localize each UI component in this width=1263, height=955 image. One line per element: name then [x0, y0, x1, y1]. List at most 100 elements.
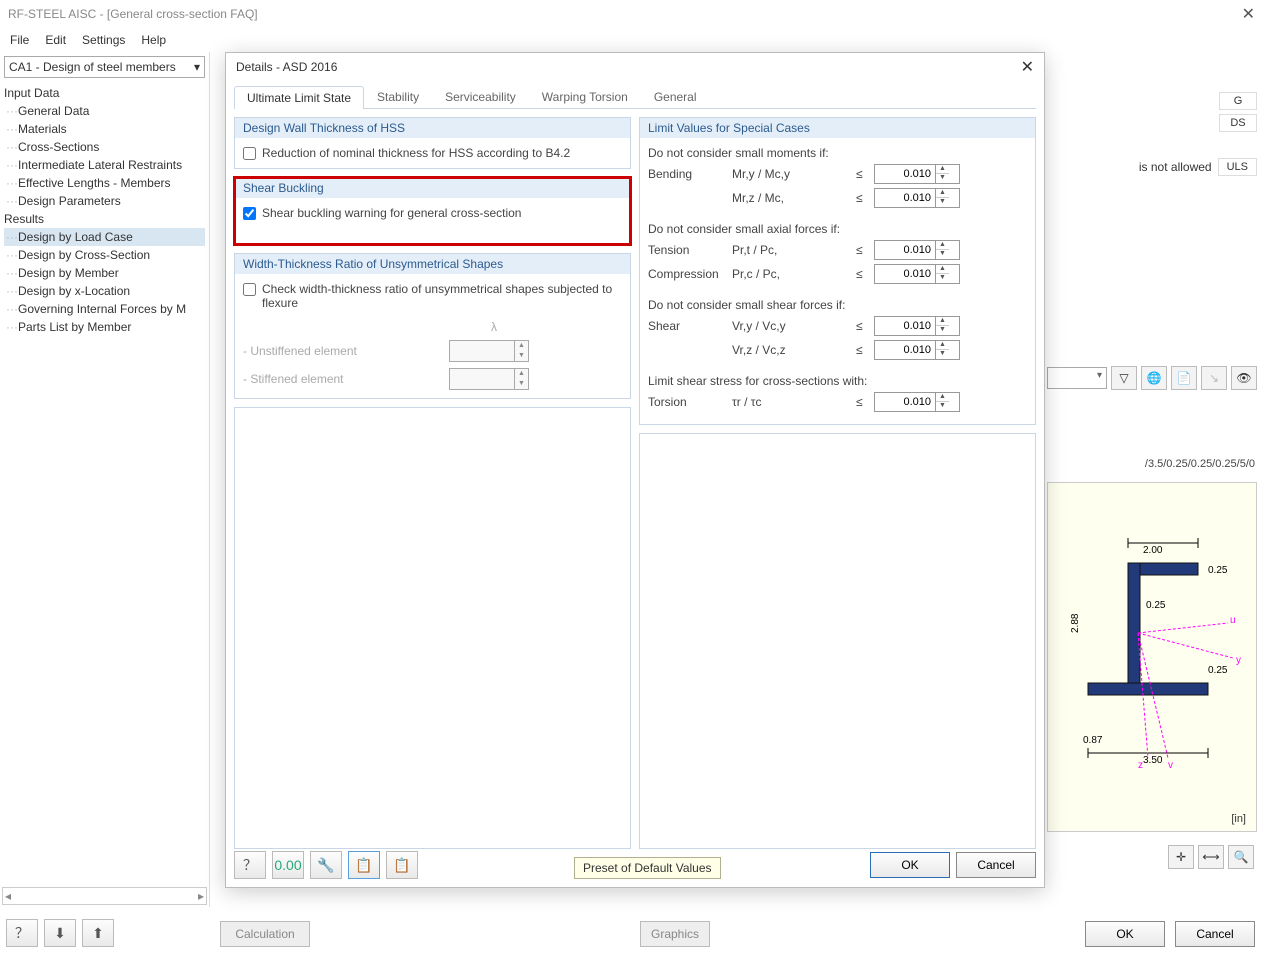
import-icon[interactable]: ⬇: [44, 919, 76, 947]
tree-item[interactable]: Design Parameters: [4, 192, 205, 210]
menu-settings[interactable]: Settings: [82, 33, 125, 47]
dim-h: 2.88: [1070, 613, 1081, 633]
row-torsion-lbl: Torsion: [648, 395, 728, 409]
menu-file[interactable]: File: [10, 33, 29, 47]
help-icon[interactable]: ？: [6, 919, 38, 947]
panel-hss: Design Wall Thickness of HSS Reduction o…: [234, 117, 631, 169]
row-torsion-input[interactable]: ▲▼: [874, 392, 960, 412]
units-icon[interactable]: 0.00: [272, 851, 304, 879]
menu-edit[interactable]: Edit: [45, 33, 66, 47]
tree-item[interactable]: Parts List by Member: [4, 318, 205, 336]
dim-t2: 0.25: [1146, 600, 1166, 611]
graphics-button-bg[interactable]: Graphics: [640, 921, 710, 947]
tab-serviceability[interactable]: Serviceability: [432, 85, 529, 108]
dialog-ok-button[interactable]: OK: [870, 852, 950, 878]
panel-wt-title: Width-Thickness Ratio of Unsymmetrical S…: [235, 254, 630, 274]
preset-icon[interactable]: 📋: [348, 851, 380, 879]
wt-checkbox[interactable]: [243, 283, 256, 296]
row-bendingz-field[interactable]: [875, 192, 935, 204]
filter-dropdown[interactable]: [1047, 367, 1107, 389]
tab-warping[interactable]: Warping Torsion: [529, 85, 641, 108]
shear-checkbox-row[interactable]: Shear buckling warning for general cross…: [243, 206, 622, 220]
tree-item[interactable]: Design by Cross-Section: [4, 246, 205, 264]
main-cancel-button[interactable]: Cancel: [1175, 921, 1255, 947]
hss-checkbox-label: Reduction of nominal thickness for HSS a…: [262, 146, 570, 160]
panel-empty-left: [234, 407, 631, 849]
axes-icon[interactable]: ✛: [1168, 845, 1194, 869]
row-tension-input[interactable]: ▲▼: [874, 240, 960, 260]
tab-general[interactable]: General: [641, 85, 710, 108]
tab-ultimate[interactable]: Ultimate Limit State: [234, 86, 364, 109]
row-tension-op: ≤: [856, 243, 870, 257]
axis-y: y: [1236, 655, 1241, 666]
calculation-button-bg[interactable]: Calculation: [220, 921, 310, 947]
help-icon[interactable]: ？: [234, 851, 266, 879]
details-dialog: Details - ASD 2016 ✕ Ultimate Limit Stat…: [225, 52, 1045, 888]
window-title: RF-STEEL AISC - [General cross-section F…: [8, 7, 258, 21]
wt-stiff-spin: ▲▼: [449, 368, 529, 390]
sidebar: CA1 - Design of steel members ▾ Input Da…: [0, 52, 210, 907]
tree-heading-results: Results: [4, 210, 205, 228]
row-bending-sym: Mr,y / Mc,y: [732, 167, 852, 181]
hss-checkbox[interactable]: [243, 147, 256, 160]
export-icon[interactable]: ⬆: [82, 919, 114, 947]
dialog-titlebar: Details - ASD 2016 ✕: [226, 53, 1044, 81]
row-compression-field[interactable]: [875, 268, 935, 280]
shear-checkbox[interactable]: [243, 207, 256, 220]
menu-help[interactable]: Help: [141, 33, 166, 47]
dialog-close-icon[interactable]: ✕: [1021, 57, 1034, 77]
row-torsion-field[interactable]: [875, 396, 935, 408]
row-tension-sym: Pr,t / Pc,: [732, 243, 852, 257]
arrow-icon[interactable]: ↘: [1201, 366, 1227, 390]
tree-item[interactable]: Design by Load Case: [4, 228, 205, 246]
limits-torsion-hdr: Limit shear stress for cross-sections wi…: [648, 374, 1027, 388]
tree-item[interactable]: General Data: [4, 102, 205, 120]
main-ok-button[interactable]: OK: [1085, 921, 1165, 947]
col-header-ds: DS: [1219, 114, 1257, 132]
wrench-icon[interactable]: 🔧: [310, 851, 342, 879]
hss-checkbox-row[interactable]: Reduction of nominal thickness for HSS a…: [243, 146, 622, 160]
row-shearz-input[interactable]: ▲▼: [874, 340, 960, 360]
row-shearz-field[interactable]: [875, 344, 935, 356]
row-bending-input[interactable]: ▲▼: [874, 164, 960, 184]
row-bending-op: ≤: [856, 167, 870, 181]
row-bending-lbl: Bending: [648, 167, 728, 181]
dim-off: 0.87: [1083, 735, 1103, 746]
tree-item[interactable]: Design by Member: [4, 264, 205, 282]
close-icon[interactable]: ✕: [1242, 4, 1255, 24]
zoom-icon[interactable]: 🔍: [1228, 845, 1254, 869]
row-compression-sym: Pr,c / Pc,: [732, 267, 852, 281]
tree-item[interactable]: Design by x-Location: [4, 282, 205, 300]
dim-t3: 0.25: [1208, 665, 1228, 676]
row-bendingz-sym: Mr,z / Mc,: [732, 191, 852, 205]
row-compression-input[interactable]: ▲▼: [874, 264, 960, 284]
results-toolbar: ▽ 🌐 📄 ↘ 👁: [1047, 366, 1257, 390]
tree-item[interactable]: Cross-Sections: [4, 138, 205, 156]
tree-item[interactable]: Materials: [4, 120, 205, 138]
wt-checkbox-row[interactable]: Check width-thickness ratio of unsymmetr…: [243, 282, 622, 310]
tree-item[interactable]: Effective Lengths - Members: [4, 174, 205, 192]
tab-stability[interactable]: Stability: [364, 85, 432, 108]
case-dropdown[interactable]: CA1 - Design of steel members ▾: [4, 56, 205, 78]
dimension-icon[interactable]: ⟷: [1198, 845, 1224, 869]
row-bending-field[interactable]: [875, 168, 935, 180]
filter-icon[interactable]: ▽: [1111, 366, 1137, 390]
dialog-cancel-button[interactable]: Cancel: [956, 852, 1036, 878]
tree-item[interactable]: Intermediate Lateral Restraints: [4, 156, 205, 174]
limits-axial-hdr: Do not consider small axial forces if:: [648, 222, 1027, 236]
wt-unstiff-spin: ▲▼: [449, 340, 529, 362]
limits-moments-hdr: Do not consider small moments if:: [648, 146, 1027, 160]
row-shear-op: ≤: [856, 319, 870, 333]
row-shear-input[interactable]: ▲▼: [874, 316, 960, 336]
globe-icon[interactable]: 🌐: [1141, 366, 1167, 390]
tree-item[interactable]: Governing Internal Forces by M: [4, 300, 205, 318]
row-shear-field[interactable]: [875, 320, 935, 332]
row-bendingz-input[interactable]: ▲▼: [874, 188, 960, 208]
eye-icon[interactable]: 👁: [1231, 366, 1257, 390]
sidebar-scrollbar[interactable]: ◂▸: [2, 887, 207, 905]
dialog-tabs: Ultimate Limit State Stability Serviceab…: [234, 85, 1036, 109]
row-tension-field[interactable]: [875, 244, 935, 256]
row-shear-sym: Vr,y / Vc,y: [732, 319, 852, 333]
export-icon[interactable]: 📄: [1171, 366, 1197, 390]
preset2-icon[interactable]: 📋: [386, 851, 418, 879]
